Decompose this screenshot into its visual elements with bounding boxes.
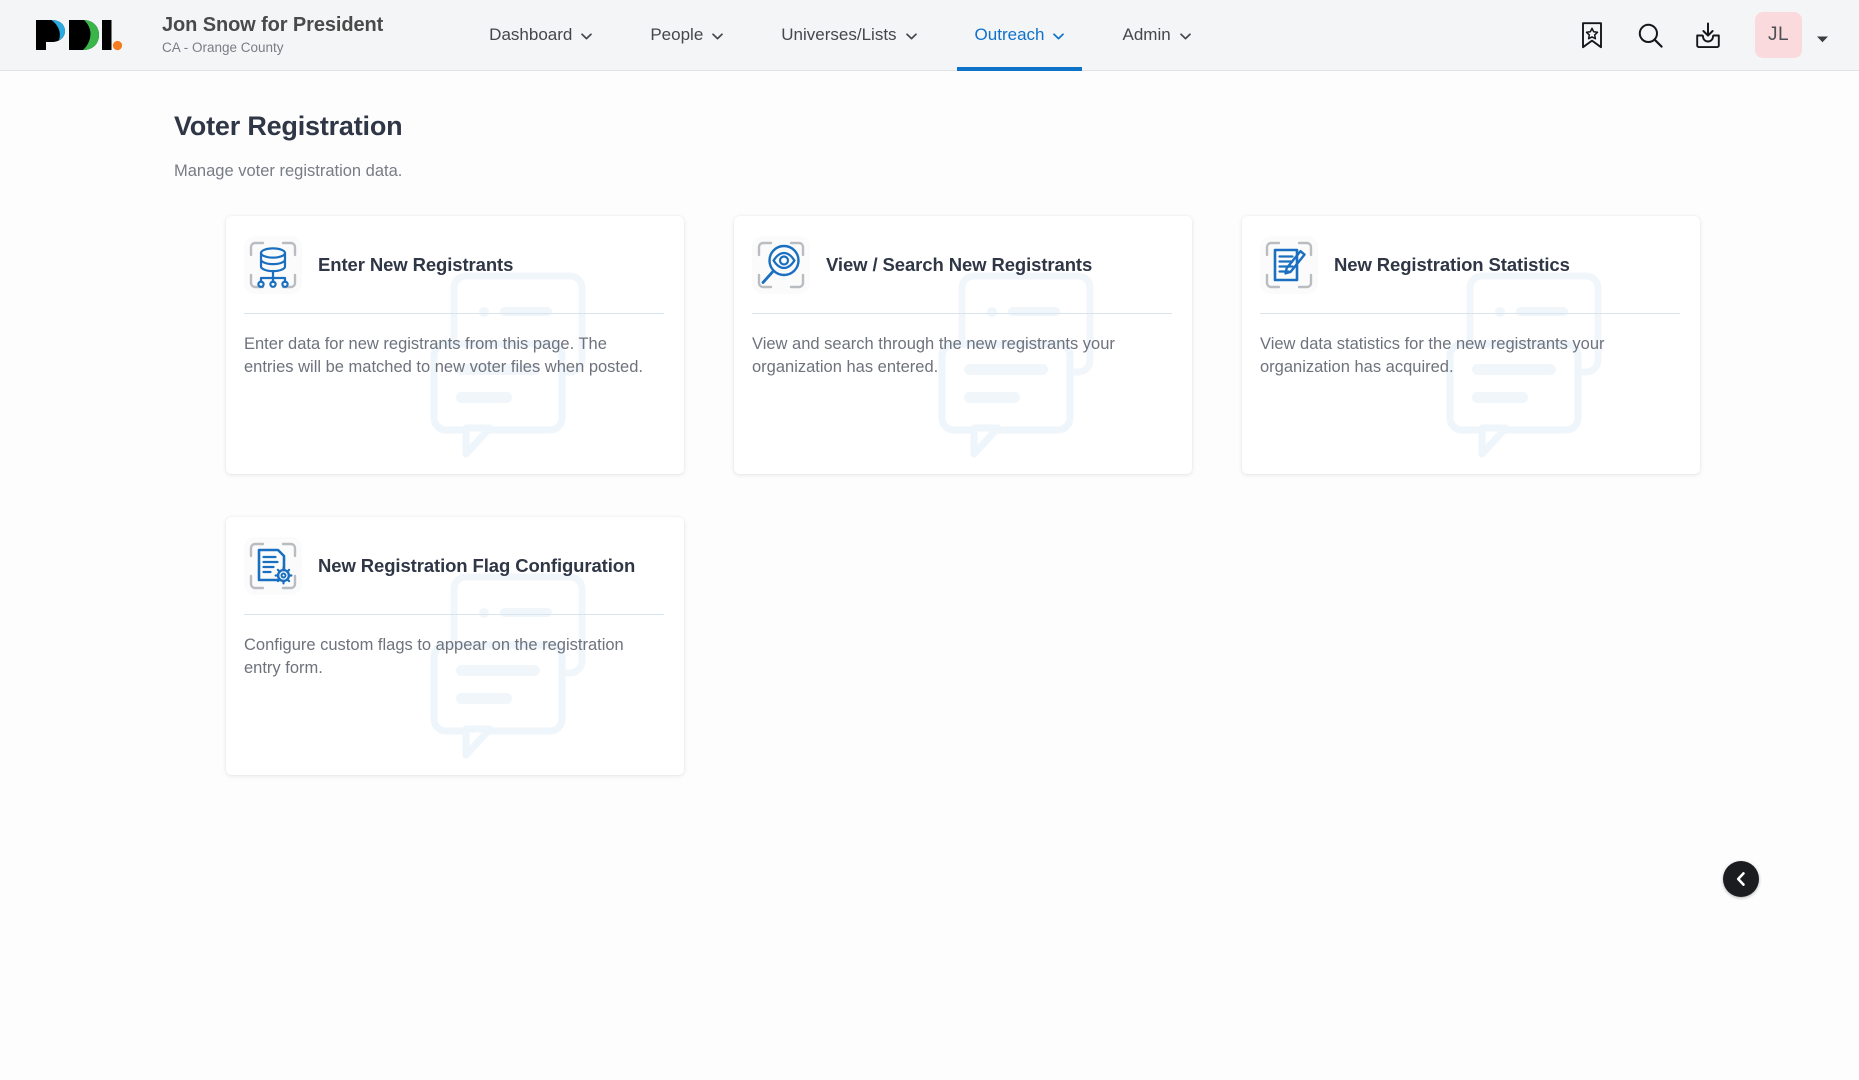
card-new-registration-flag-configuration[interactable]: New Registration Flag Configuration Conf… xyxy=(226,517,684,775)
nav-item-label: People xyxy=(650,25,704,44)
chevron-down-icon xyxy=(905,32,917,40)
chevron-left-icon xyxy=(1736,872,1745,886)
inbox-download-icon[interactable] xyxy=(1693,20,1723,50)
card-grid: Enter New Registrants Enter data for new… xyxy=(226,216,1700,775)
nav-item-dashboard[interactable]: Dashboard xyxy=(471,0,610,71)
header-actions: JL xyxy=(1577,12,1829,58)
nav-item-label: Outreach xyxy=(974,25,1045,44)
chevron-down-icon xyxy=(581,32,593,40)
document-gear-icon xyxy=(244,537,302,595)
organization-location: CA - Orange County xyxy=(162,40,284,56)
card-divider xyxy=(752,313,1172,314)
page-subtitle: Manage voter registration data. xyxy=(174,162,403,180)
nav-item-label: Universes/Lists xyxy=(781,25,897,44)
nav-item-label: Admin xyxy=(1122,25,1171,44)
card-enter-new-registrants[interactable]: Enter New Registrants Enter data for new… xyxy=(226,216,684,474)
chevron-down-icon xyxy=(1179,32,1191,40)
database-nodes-icon xyxy=(244,236,302,294)
app-header: Jon Snow for President CA - Orange Count… xyxy=(0,0,1859,71)
card-title: New Registration Flag Configuration xyxy=(318,555,636,577)
card-title: View / Search New Registrants xyxy=(826,254,1093,276)
pdi-logo-icon xyxy=(36,20,122,51)
avatar[interactable]: JL xyxy=(1755,12,1802,58)
card-header: View / Search New Registrants xyxy=(752,234,1172,296)
main-content: Voter Registration Manage voter registra… xyxy=(0,71,1859,1080)
card-divider xyxy=(244,614,664,615)
eye-magnifier-icon xyxy=(752,236,810,294)
card-header: Enter New Registrants xyxy=(244,234,664,296)
nav-item-universes-lists[interactable]: Universes/Lists xyxy=(763,0,934,71)
search-icon[interactable] xyxy=(1635,20,1665,50)
nav-item-outreach[interactable]: Outreach xyxy=(956,0,1083,71)
main-navigation: Dashboard People Universes/Lists Outreac… xyxy=(471,0,1209,71)
card-description: View data statistics for the new registr… xyxy=(1260,335,1605,376)
card-description: View and search through the new registra… xyxy=(752,335,1115,376)
card-view-search-new-registrants[interactable]: View / Search New Registrants View and s… xyxy=(734,216,1192,474)
chevron-down-icon xyxy=(712,32,724,40)
chevron-down-icon xyxy=(1053,32,1065,40)
pdi-logo[interactable] xyxy=(34,18,122,52)
card-header: New Registration Statistics xyxy=(1260,234,1680,296)
nav-item-admin[interactable]: Admin xyxy=(1104,0,1208,71)
card-description: Enter data for new registrants from this… xyxy=(244,335,643,376)
card-title: Enter New Registrants xyxy=(318,254,514,276)
card-header: New Registration Flag Configuration xyxy=(244,535,664,597)
user-menu[interactable]: JL xyxy=(1755,12,1829,58)
page-header: Voter Registration Manage voter registra… xyxy=(0,71,1859,181)
chevron-down-icon[interactable] xyxy=(1816,31,1829,42)
card-new-registration-statistics[interactable]: New Registration Statistics View data st… xyxy=(1242,216,1700,474)
nav-item-people[interactable]: People xyxy=(632,0,741,71)
card-description: Configure custom flags to appear on the … xyxy=(244,636,624,677)
card-divider xyxy=(244,313,664,314)
page-title: Voter Registration xyxy=(174,111,403,141)
bookmark-star-icon[interactable] xyxy=(1577,20,1607,50)
organization-name: Jon Snow for President xyxy=(162,14,384,37)
card-divider xyxy=(1260,313,1680,314)
organization-block: Jon Snow for President CA - Orange Count… xyxy=(162,14,383,56)
document-pencil-icon xyxy=(1260,236,1318,294)
back-button[interactable] xyxy=(1723,861,1759,897)
card-title: New Registration Statistics xyxy=(1334,254,1570,276)
nav-item-label: Dashboard xyxy=(489,25,573,44)
